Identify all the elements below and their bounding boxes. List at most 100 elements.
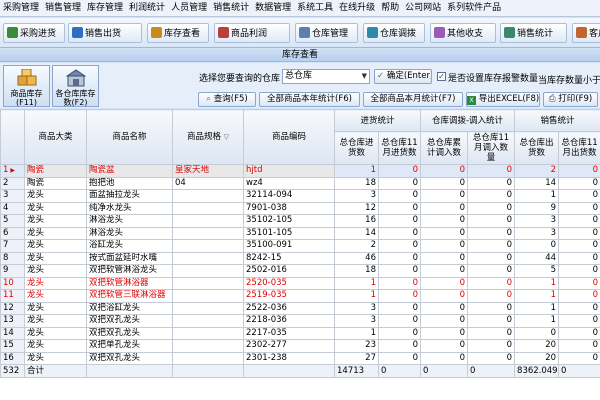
cell-spec[interactable]: [172, 214, 244, 228]
cell-sales-month[interactable]: 0: [558, 239, 600, 253]
cell-category[interactable]: 龙头: [24, 351, 87, 365]
menu-item[interactable]: 库存管理: [84, 0, 126, 16]
cell-code[interactable]: 2502-016: [243, 264, 335, 278]
cell-category[interactable]: 龙头: [24, 264, 87, 278]
cell-sales-total[interactable]: 14: [514, 176, 560, 190]
cell-code[interactable]: 35101-105: [243, 226, 335, 240]
row-number[interactable]: 14: [0, 326, 25, 340]
cell-spec[interactable]: 皇家天地: [172, 164, 244, 178]
cell-in-month[interactable]: 0: [377, 264, 422, 278]
cell-name[interactable]: 双把双孔龙头: [86, 326, 173, 340]
header-sales-month[interactable]: 总仓库11月出货数: [558, 131, 600, 165]
cell-sales-month[interactable]: 0: [558, 176, 600, 190]
cell-in-total[interactable]: 3: [334, 189, 379, 203]
cell-in-month[interactable]: 0: [377, 214, 422, 228]
toolbar-button[interactable]: 商品利润: [214, 23, 290, 43]
cell-sales-month[interactable]: 0: [558, 351, 600, 365]
cell-name[interactable]: 淋浴龙头: [86, 226, 173, 240]
cell-sales-month[interactable]: 0: [558, 289, 600, 303]
cell-transfer-total[interactable]: 0: [420, 339, 469, 353]
cell-sales-month[interactable]: 0: [558, 226, 600, 240]
cell-transfer-total[interactable]: 0: [420, 176, 469, 190]
cell-spec[interactable]: [172, 239, 244, 253]
cell-category[interactable]: 龙头: [24, 239, 87, 253]
row-number[interactable]: 9: [0, 264, 25, 278]
cell-spec[interactable]: [172, 314, 244, 328]
cell-sales-month[interactable]: 0: [558, 214, 600, 228]
cell-transfer-month[interactable]: 0: [467, 289, 516, 303]
cell-name[interactable]: 陶瓷盆: [86, 164, 173, 178]
stock-alert-checkbox[interactable]: ✓: [437, 72, 446, 81]
toolbar-button[interactable]: 其他收支: [430, 23, 496, 43]
cell-spec[interactable]: 04: [172, 176, 244, 190]
header-spec[interactable]: 商品规格 ▽: [172, 109, 244, 165]
cell-category[interactable]: 龙头: [24, 226, 87, 240]
year-stats-button[interactable]: 全部商品本年统计(F6): [259, 92, 360, 107]
cell-transfer-total[interactable]: 0: [420, 314, 469, 328]
cell-sales-total[interactable]: 1: [514, 301, 560, 315]
row-number[interactable]: 16: [0, 351, 25, 365]
cell-code[interactable]: hjtd: [243, 164, 335, 178]
header-category[interactable]: 商品大类: [24, 109, 87, 165]
cell-sales-month[interactable]: 0: [558, 251, 600, 265]
cell-sales-month[interactable]: 0: [558, 201, 600, 215]
print-button[interactable]: ⎙ 打印(F9): [543, 92, 598, 107]
warehouse-select[interactable]: 总仓库 ▼: [282, 69, 370, 84]
cell-category[interactable]: 龙头: [24, 314, 87, 328]
cell-transfer-month[interactable]: 0: [467, 301, 516, 315]
table-row[interactable]: 5 龙头 淋浴龙头 35102-105 16 0 0 0 3 0: [0, 214, 600, 228]
cell-sales-total[interactable]: 1: [514, 289, 560, 303]
cell-code[interactable]: wz4: [243, 176, 335, 190]
row-number[interactable]: 6: [0, 226, 25, 240]
menu-item[interactable]: 人员管理: [168, 0, 210, 16]
row-number[interactable]: 13: [0, 314, 25, 328]
query-button[interactable]: ⌕ 查询(F5): [198, 92, 256, 107]
header-name[interactable]: 商品名称: [86, 109, 173, 165]
toolbar-button[interactable]: 客户: [572, 23, 600, 43]
cell-category[interactable]: 龙头: [24, 339, 87, 353]
cell-spec[interactable]: [172, 351, 244, 365]
cell-category[interactable]: 龙头: [24, 201, 87, 215]
table-row[interactable]: 7 龙头 浴缸龙头 35100-091 2 0 0 0 0 0: [0, 239, 600, 253]
cell-in-month[interactable]: 0: [377, 326, 422, 340]
cell-name[interactable]: 浴缸龙头: [86, 239, 173, 253]
cell-category[interactable]: 龙头: [24, 301, 87, 315]
cell-sales-total[interactable]: 0: [514, 239, 560, 253]
table-row[interactable]: 16 龙头 双把双孔龙头 2301-238 27 0 0 0 20 0: [0, 351, 600, 365]
row-number[interactable]: 10: [0, 276, 25, 290]
cell-sales-total[interactable]: 3: [514, 214, 560, 228]
cell-transfer-month[interactable]: 0: [467, 201, 516, 215]
warehouse-stock-button[interactable]: 各仓库库存数(F2): [52, 65, 99, 107]
cell-in-total[interactable]: 3: [334, 301, 379, 315]
cell-code[interactable]: 2519-035: [243, 289, 335, 303]
cell-in-total[interactable]: 3: [334, 314, 379, 328]
cell-transfer-total[interactable]: 0: [420, 351, 469, 365]
cell-code[interactable]: 2522-036: [243, 301, 335, 315]
cell-transfer-total[interactable]: 0: [420, 226, 469, 240]
product-stock-button[interactable]: 商品库存(F11): [3, 65, 50, 107]
cell-spec[interactable]: [172, 251, 244, 265]
cell-name[interactable]: 双把单孔龙头: [86, 339, 173, 353]
confirm-button[interactable]: ✓ 确定(Enter): [374, 69, 432, 84]
cell-transfer-total[interactable]: 0: [420, 326, 469, 340]
cell-category[interactable]: 陶瓷: [24, 164, 87, 178]
month-stats-button[interactable]: 全部商品本月统计(F7): [363, 92, 463, 107]
cell-sales-total[interactable]: 20: [514, 339, 560, 353]
cell-spec[interactable]: [172, 301, 244, 315]
cell-sales-total[interactable]: 1: [514, 314, 560, 328]
cell-sales-month[interactable]: 0: [558, 189, 600, 203]
cell-in-total[interactable]: 1: [334, 276, 379, 290]
cell-category[interactable]: 龙头: [24, 326, 87, 340]
cell-sales-month[interactable]: 0: [558, 314, 600, 328]
cell-in-month[interactable]: 0: [377, 301, 422, 315]
cell-code[interactable]: 2218-036: [243, 314, 335, 328]
table-row[interactable]: 6 龙头 淋浴龙头 35101-105 14 0 0 0 3 0: [0, 226, 600, 240]
cell-in-total[interactable]: 12: [334, 201, 379, 215]
menu-item[interactable]: 系列软件产品: [444, 0, 504, 16]
row-number[interactable]: 3: [0, 189, 25, 203]
menu-item[interactable]: 系统工具: [294, 0, 336, 16]
row-number[interactable]: 2: [0, 176, 25, 190]
table-row[interactable]: 12 龙头 双把浴缸龙头 2522-036 3 0 0 0 1 0: [0, 301, 600, 315]
cell-sales-total[interactable]: 3: [514, 226, 560, 240]
header-in-month[interactable]: 总仓库11月进货数: [377, 131, 422, 165]
